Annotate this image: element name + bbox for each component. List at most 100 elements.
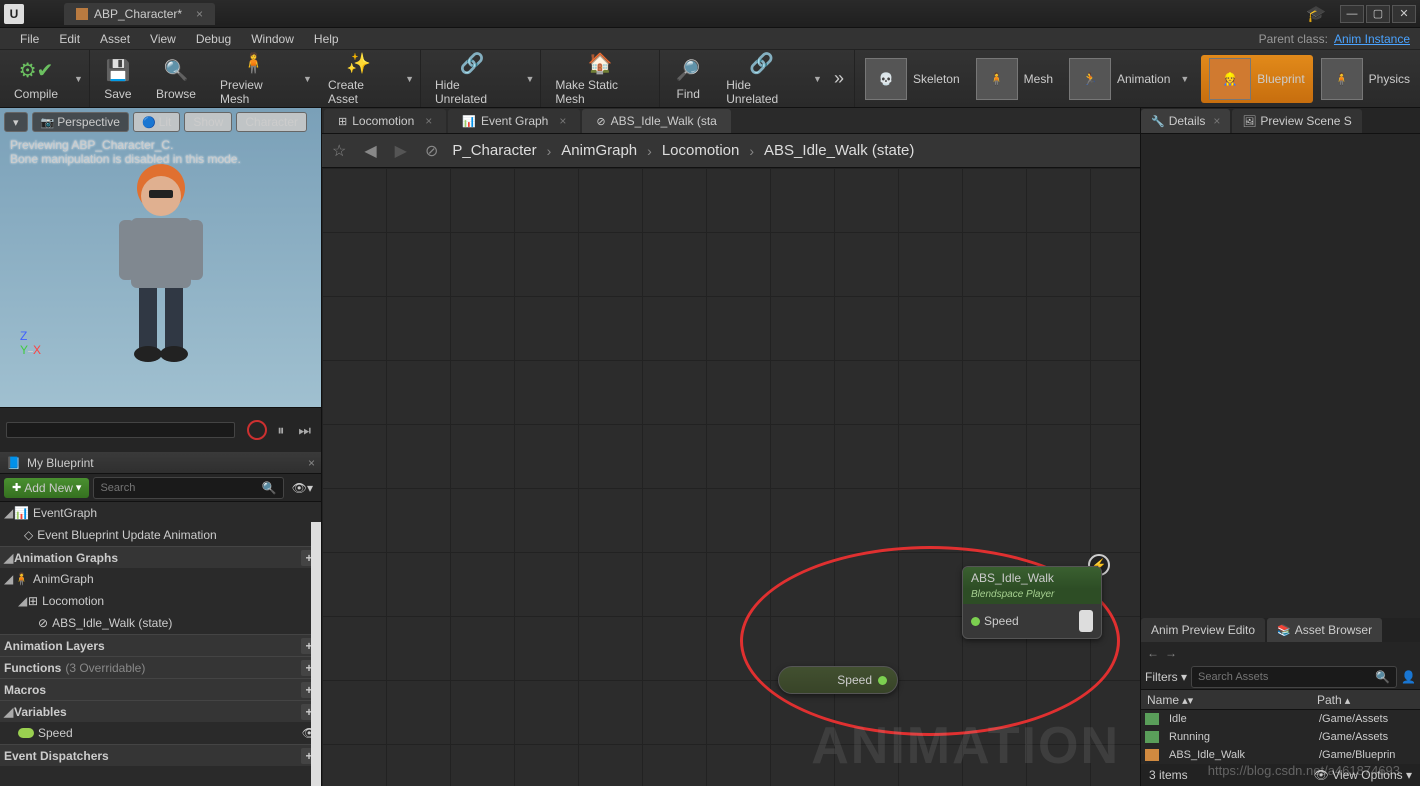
document-tab[interactable]: ABP_Character* × bbox=[64, 3, 215, 25]
character-button[interactable]: Character bbox=[236, 112, 307, 132]
graph-canvas[interactable]: ⚡ Speed ABS_Idle_Walk Blendspace Player … bbox=[322, 168, 1140, 786]
asset-row[interactable]: Idle/Game/Assets bbox=[1141, 710, 1420, 728]
pose-output-pin[interactable] bbox=[1079, 610, 1093, 632]
mode-mesh[interactable]: 🧍Mesh bbox=[968, 55, 1061, 103]
show-button[interactable]: Show bbox=[184, 112, 232, 132]
chevron-down-icon[interactable]: ▼ bbox=[299, 74, 316, 84]
close-window-button[interactable]: ✕ bbox=[1392, 5, 1416, 23]
hide-unrelated2-button[interactable]: 🔗Hide Unrelated bbox=[714, 52, 809, 106]
create-asset-button[interactable]: ✨Create Asset bbox=[316, 52, 401, 106]
close-icon[interactable]: × bbox=[308, 456, 315, 470]
tree-event-update[interactable]: ◇ Event Blueprint Update Animation bbox=[0, 524, 321, 546]
tree-locomotion[interactable]: ◢⊞ Locomotion bbox=[0, 590, 321, 612]
minimize-button[interactable]: — bbox=[1340, 5, 1364, 23]
node-speed-variable[interactable]: Speed bbox=[778, 666, 898, 694]
tab-preview-scene[interactable]: 🖼 Preview Scene S bbox=[1232, 109, 1361, 133]
add-new-button[interactable]: ✚ Add New ▾ bbox=[4, 478, 89, 498]
make-static-mesh-button[interactable]: 🏠Make Static Mesh bbox=[543, 52, 657, 106]
search-assets-field[interactable] bbox=[1198, 671, 1375, 683]
search-field[interactable] bbox=[100, 482, 261, 494]
crumb-state[interactable]: ABS_Idle_Walk (state) bbox=[764, 142, 914, 159]
crumb-locomotion[interactable]: Locomotion bbox=[662, 142, 740, 159]
mode-animation[interactable]: 🏃Animation▼ bbox=[1061, 55, 1201, 103]
eye-icon[interactable]: 👁▾ bbox=[288, 481, 317, 495]
chevron-down-icon[interactable]: ▼ bbox=[401, 74, 418, 84]
record-button[interactable] bbox=[247, 420, 267, 440]
star-icon[interactable]: ☆ bbox=[328, 141, 350, 161]
mode-blueprint[interactable]: 👷Blueprint bbox=[1201, 55, 1312, 103]
user-icon[interactable]: 👤 bbox=[1401, 670, 1416, 684]
parent-class-link[interactable]: Anim Instance bbox=[1334, 32, 1410, 46]
menu-edit[interactable]: Edit bbox=[49, 32, 90, 46]
maximize-button[interactable]: ▢ bbox=[1366, 5, 1390, 23]
tree-abs-state[interactable]: ⊘ ABS_Idle_Walk (state) bbox=[0, 612, 321, 634]
menu-file[interactable]: File bbox=[10, 32, 49, 46]
tree-variables[interactable]: ◢Variables+ bbox=[0, 700, 321, 722]
perspective-button[interactable]: 📷 Perspective bbox=[32, 112, 129, 132]
find-button[interactable]: 🔎Find bbox=[662, 52, 714, 106]
node-blendspace-player[interactable]: ABS_Idle_Walk Blendspace Player Speed bbox=[962, 566, 1102, 639]
back-button[interactable]: ◀ bbox=[360, 141, 380, 161]
viewport-menu-button[interactable]: ▾ bbox=[4, 112, 28, 132]
preview-mesh-button[interactable]: 🧍Preview Mesh bbox=[208, 52, 299, 106]
col-name[interactable]: Name ▴▾ bbox=[1141, 690, 1311, 709]
tree-anim-graph[interactable]: ◢🧍 AnimGraph bbox=[0, 568, 321, 590]
overflow-icon[interactable]: » bbox=[826, 68, 852, 89]
mode-physics[interactable]: 🧍Physics bbox=[1313, 55, 1418, 103]
tree-macros[interactable]: Macros+ bbox=[0, 678, 321, 700]
preview-viewport[interactable]: ▾ 📷 Perspective 🔵 Lit Show Character Pre… bbox=[0, 108, 321, 408]
search-assets-input[interactable]: 🔍 bbox=[1191, 666, 1397, 688]
asset-list: Idle/Game/Assets Running/Game/Assets ABS… bbox=[1141, 710, 1420, 764]
chevron-down-icon[interactable]: ▼ bbox=[809, 74, 826, 84]
tree-var-speed[interactable]: Speed👁 bbox=[0, 722, 321, 744]
tab-anim-preview[interactable]: Anim Preview Edito bbox=[1141, 618, 1265, 642]
tree-functions[interactable]: Functions (3 Overridable)+ bbox=[0, 656, 321, 678]
speed-input-pin[interactable]: Speed bbox=[971, 614, 1019, 628]
tree-anim-graphs[interactable]: ◢Animation Graphs+ bbox=[0, 546, 321, 568]
save-button[interactable]: 💾Save bbox=[92, 52, 144, 106]
pause-button[interactable]: ⏸ bbox=[273, 422, 288, 439]
tab-details[interactable]: 🔧 Details× bbox=[1141, 109, 1230, 133]
scrollbar[interactable] bbox=[311, 522, 321, 786]
timeline-slider[interactable] bbox=[6, 422, 235, 438]
forward-button[interactable]: ▶ bbox=[391, 141, 411, 161]
close-icon[interactable]: × bbox=[1213, 114, 1220, 128]
asset-row[interactable]: ABS_Idle_Walk/Game/Blueprin bbox=[1141, 746, 1420, 764]
tutorial-icon[interactable]: 🎓 bbox=[1304, 5, 1328, 23]
crumb-animgraph[interactable]: AnimGraph bbox=[561, 142, 637, 159]
tab-asset-browser[interactable]: 📚 Asset Browser bbox=[1267, 618, 1382, 642]
step-button[interactable]: ⏭ bbox=[294, 422, 315, 439]
tree-event-dispatchers[interactable]: Event Dispatchers+ bbox=[0, 744, 321, 766]
lit-button[interactable]: 🔵 Lit bbox=[133, 112, 180, 132]
tab-abs-idle-walk[interactable]: ⊘ ABS_Idle_Walk (sta bbox=[582, 109, 730, 133]
menu-asset[interactable]: Asset bbox=[90, 32, 140, 46]
chevron-down-icon[interactable]: ▼ bbox=[70, 74, 87, 84]
asset-row[interactable]: Running/Game/Assets bbox=[1141, 728, 1420, 746]
tab-locomotion[interactable]: ⊞ Locomotion× bbox=[324, 109, 446, 133]
menu-debug[interactable]: Debug bbox=[186, 32, 241, 46]
browse-button[interactable]: 🔍Browse bbox=[144, 52, 208, 106]
compile-button[interactable]: ⚙✔Compile bbox=[2, 52, 70, 106]
filters-button[interactable]: Filters ▾ bbox=[1145, 670, 1187, 684]
close-icon[interactable]: × bbox=[425, 114, 432, 128]
search-input[interactable]: 🔍 bbox=[93, 477, 283, 499]
close-icon[interactable]: × bbox=[196, 7, 203, 21]
tree-anim-layers[interactable]: Animation Layers+ bbox=[0, 634, 321, 656]
tree-event-graph[interactable]: ◢📊 EventGraph bbox=[0, 502, 321, 524]
close-icon[interactable]: × bbox=[559, 114, 566, 128]
output-pin[interactable] bbox=[878, 676, 887, 685]
cancel-icon[interactable]: ⊘ bbox=[421, 141, 442, 161]
menu-help[interactable]: Help bbox=[304, 32, 349, 46]
col-path[interactable]: Path ▴ bbox=[1311, 690, 1356, 709]
hide-unrelated-button[interactable]: 🔗Hide Unrelated bbox=[423, 52, 521, 106]
tab-event-graph[interactable]: 📊 Event Graph× bbox=[448, 109, 580, 133]
back-button[interactable]: ← bbox=[1147, 646, 1159, 660]
my-blueprint-header: 📘 My Blueprint × bbox=[0, 452, 321, 474]
menu-window[interactable]: Window bbox=[241, 32, 304, 46]
chevron-down-icon[interactable]: ▼ bbox=[1176, 74, 1193, 84]
mode-skeleton[interactable]: 💀Skeleton bbox=[857, 55, 968, 103]
menu-view[interactable]: View bbox=[140, 32, 186, 46]
chevron-down-icon[interactable]: ▼ bbox=[521, 74, 538, 84]
forward-button[interactable]: → bbox=[1165, 646, 1177, 660]
crumb-character[interactable]: P_Character bbox=[452, 142, 536, 159]
